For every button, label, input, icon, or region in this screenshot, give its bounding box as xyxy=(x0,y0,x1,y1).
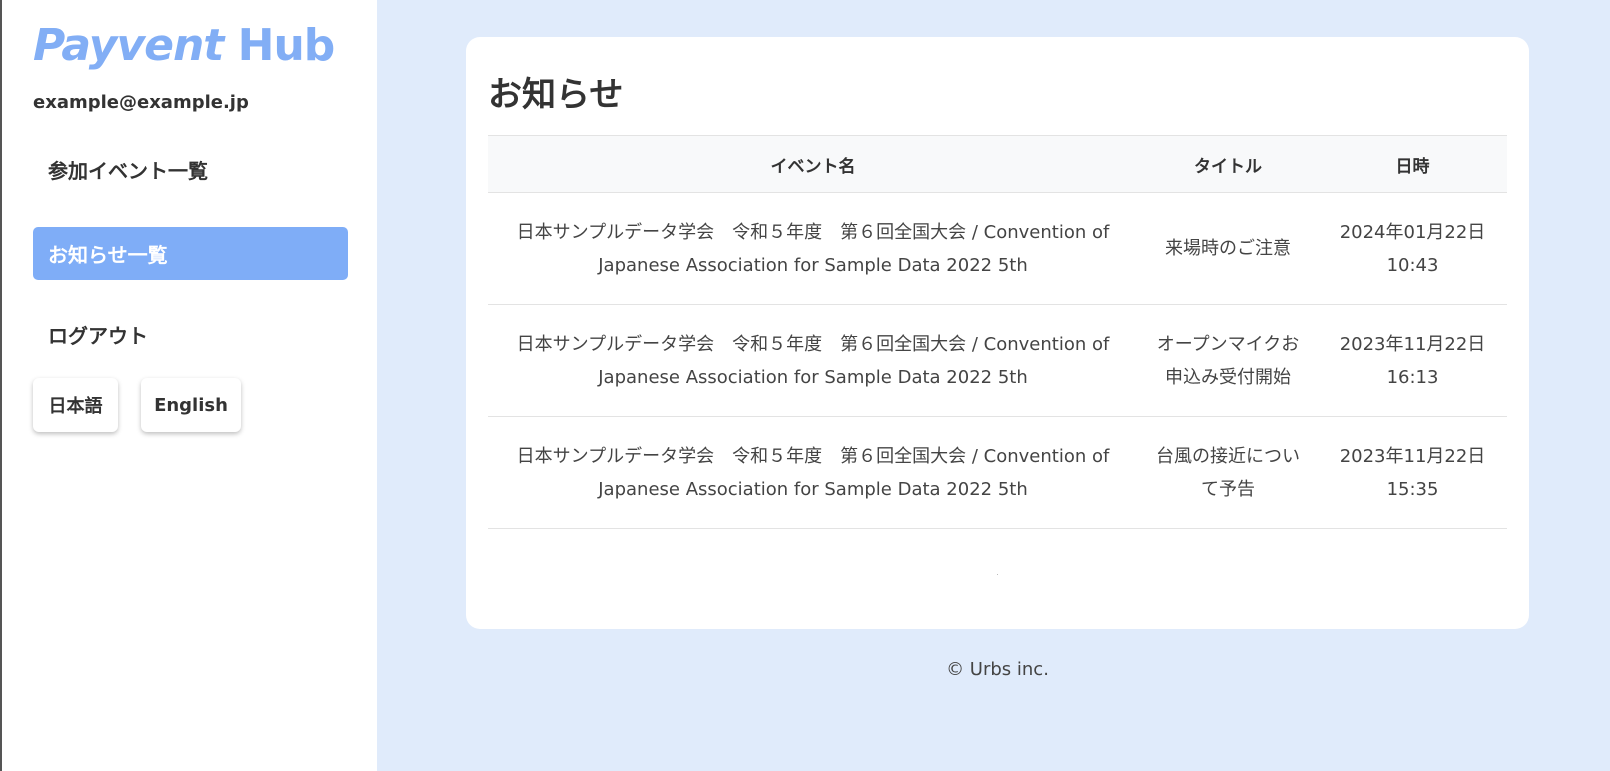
column-header-event: イベント名 xyxy=(488,135,1138,193)
cell-title: 来場時のご注意 xyxy=(1138,192,1318,305)
cell-date: 2023年11月22日 16:13 xyxy=(1318,304,1507,417)
sidebar-item-label: お知らせ一覧 xyxy=(48,243,168,267)
user-email: example@example.jp xyxy=(33,92,249,113)
cell-title: オープンマイクお申込み受付開始 xyxy=(1138,304,1318,417)
sidebar-item-label: ログアウト xyxy=(48,324,148,348)
column-header-title: タイトル xyxy=(1138,135,1318,193)
language-english-button[interactable]: English xyxy=(141,378,241,432)
sidebar-item-label: 参加イベント一覧 xyxy=(48,159,208,183)
table-header-row: イベント名 タイトル 日時 xyxy=(488,135,1507,193)
table-row[interactable]: 日本サンプルデータ学会 令和５年度 第６回全国大会 / Convention o… xyxy=(488,416,1507,529)
table-row[interactable]: 日本サンプルデータ学会 令和５年度 第６回全国大会 / Convention o… xyxy=(488,192,1507,305)
logo-payvent: Payvent xyxy=(33,20,224,71)
language-japanese-button[interactable]: 日本語 xyxy=(33,378,118,432)
page-title: お知らせ xyxy=(488,75,624,115)
pagination-placeholder xyxy=(997,574,998,575)
sidebar: Payvent Hub example@example.jp 参加イベント一覧 … xyxy=(0,0,377,771)
cell-date: 2024年01月22日 10:43 xyxy=(1318,192,1507,305)
cell-event: 日本サンプルデータ学会 令和５年度 第６回全国大会 / Convention o… xyxy=(488,304,1138,417)
sidebar-item-logout[interactable]: ログアウト xyxy=(33,308,348,361)
logo-hub: Hub xyxy=(223,20,336,71)
sidebar-item-notices[interactable]: お知らせ一覧 xyxy=(33,227,348,280)
cell-date: 2023年11月22日 15:35 xyxy=(1318,416,1507,529)
app-logo[interactable]: Payvent Hub xyxy=(33,20,336,71)
cell-title: 台風の接近について予告 xyxy=(1138,416,1318,529)
table-row[interactable]: 日本サンプルデータ学会 令和５年度 第６回全国大会 / Convention o… xyxy=(488,304,1507,417)
cell-event: 日本サンプルデータ学会 令和５年度 第６回全国大会 / Convention o… xyxy=(488,416,1138,529)
cell-event: 日本サンプルデータ学会 令和５年度 第６回全国大会 / Convention o… xyxy=(488,192,1138,305)
footer-copyright: © Urbs inc. xyxy=(946,659,1049,680)
column-header-date: 日時 xyxy=(1318,135,1507,193)
sidebar-item-events[interactable]: 参加イベント一覧 xyxy=(33,143,348,196)
notices-card: お知らせ イベント名 タイトル 日時 日本サンプルデータ学会 令和５年度 第６回… xyxy=(466,37,1529,629)
notices-table: イベント名 タイトル 日時 日本サンプルデータ学会 令和５年度 第６回全国大会 … xyxy=(488,135,1507,529)
